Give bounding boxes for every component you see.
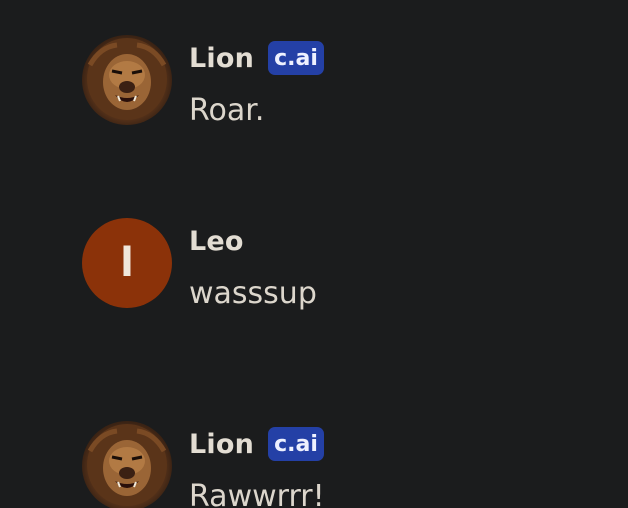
chat-message: l Leo wasssup (82, 218, 317, 311)
sender-name[interactable]: Leo (189, 226, 244, 257)
message-header: Leo (189, 224, 317, 258)
ai-badge: c.ai (268, 41, 325, 75)
ai-badge: c.ai (268, 427, 325, 461)
lion-face-icon (87, 38, 167, 120)
message-text: wasssup (189, 276, 317, 311)
message-text: Rawwrrr! (189, 479, 325, 508)
sender-name[interactable]: Lion (189, 43, 254, 74)
message-header: Lion c.ai (189, 427, 325, 461)
message-content: Lion c.ai Roar. (189, 35, 325, 128)
lion-face-icon (87, 424, 167, 506)
chat-message: Lion c.ai Roar. (82, 35, 325, 128)
sender-name[interactable]: Lion (189, 429, 254, 460)
user-avatar[interactable]: l (82, 218, 172, 308)
message-text: Roar. (189, 93, 265, 128)
message-content: Lion c.ai Rawwrrr! (189, 421, 325, 508)
chat-message: Lion c.ai Rawwrrr! (82, 421, 325, 508)
lion-avatar[interactable] (82, 35, 172, 125)
lion-avatar[interactable] (82, 421, 172, 508)
chat-thread: Lion c.ai Roar. l Leo wasssup Lion c.ai … (0, 0, 628, 508)
message-header: Lion c.ai (189, 41, 325, 75)
message-content: Leo wasssup (189, 218, 317, 312)
